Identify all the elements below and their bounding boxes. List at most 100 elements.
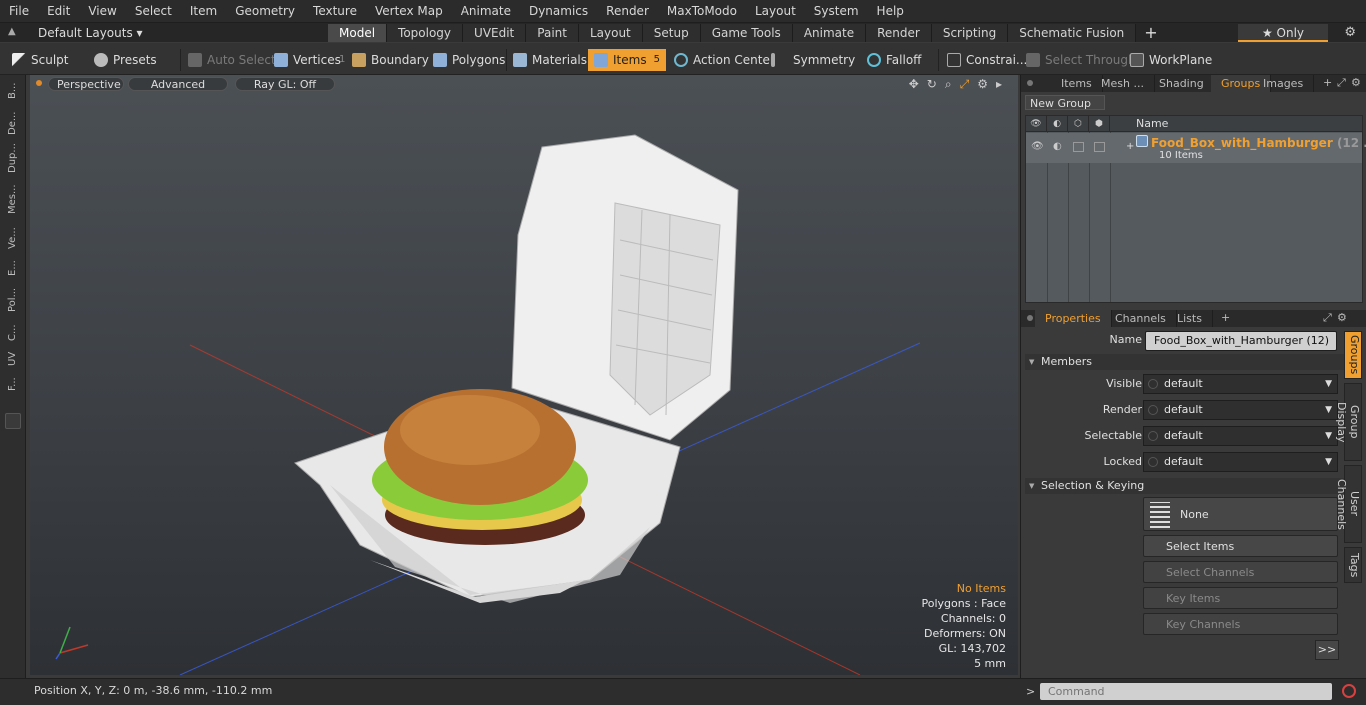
- lock-column-icon[interactable]: ⬢: [1089, 116, 1110, 131]
- properties-tab-properties[interactable]: Properties: [1035, 310, 1112, 327]
- boundary-button[interactable]: Boundary: [352, 49, 429, 71]
- food-box-model[interactable]: [294, 134, 739, 603]
- command-input[interactable]: [1040, 683, 1332, 700]
- select-channels-button[interactable]: Select Channels: [1143, 561, 1338, 583]
- constraints-button[interactable]: Constrai...: [947, 49, 1027, 71]
- polygons-button[interactable]: Polygons: [433, 49, 505, 71]
- zoom-view-icon[interactable]: ⌕: [945, 77, 952, 92]
- symmetry-button[interactable]: Symmetry: [771, 49, 855, 71]
- add-tab-plus-icon[interactable]: +: [1136, 24, 1165, 42]
- side-tab-user-channels[interactable]: User Channels: [1335, 465, 1362, 543]
- right-tab-shading[interactable]: Shading: [1149, 75, 1215, 92]
- action-center-button[interactable]: Action Center: [674, 49, 775, 71]
- tab-animate[interactable]: Animate: [792, 24, 867, 42]
- add-properties-tab-plus-icon[interactable]: +: [1221, 311, 1230, 324]
- record-icon[interactable]: [1342, 684, 1356, 698]
- advanced-dropdown[interactable]: Advanced: [128, 77, 228, 91]
- raygl-toggle[interactable]: Ray GL: Off: [235, 77, 335, 91]
- left-tab-5[interactable]: E...: [3, 257, 23, 279]
- menu-item[interactable]: Item: [181, 0, 226, 22]
- viewport-more-icon[interactable]: ▸: [996, 77, 1002, 92]
- collapse-arrow-icon[interactable]: ▲: [8, 26, 20, 38]
- menu-select[interactable]: Select: [126, 0, 181, 22]
- side-tab-group-display[interactable]: Group Display: [1335, 383, 1362, 461]
- menu-file[interactable]: File: [0, 0, 38, 22]
- menu-system[interactable]: System: [805, 0, 868, 22]
- left-tab-8[interactable]: UV: [3, 349, 23, 369]
- render-column-icon[interactable]: ◐: [1047, 116, 1068, 131]
- expand-plus-icon[interactable]: +: [1126, 141, 1134, 152]
- perspective-dropdown[interactable]: Perspective: [48, 77, 124, 91]
- key-channels-button[interactable]: Key Channels: [1143, 613, 1338, 635]
- group-row[interactable]: 👁 ◐ + Food_Box_with_Hamburger (12 ... 10…: [1026, 133, 1366, 163]
- left-tab-1[interactable]: De...: [3, 109, 23, 137]
- left-tab-6[interactable]: Pol...: [3, 283, 23, 317]
- new-group-button[interactable]: New Group: [1025, 95, 1105, 110]
- right-tab-mesh[interactable]: Mesh ...: [1091, 75, 1155, 92]
- properties-gear-icon[interactable]: ⚙: [1337, 311, 1347, 324]
- row-render-icon[interactable]: ◐: [1053, 141, 1062, 152]
- menu-render[interactable]: Render: [597, 0, 658, 22]
- selectable-dropdown[interactable]: default ▼: [1143, 426, 1338, 446]
- materials-button[interactable]: Materials: [513, 49, 587, 71]
- properties-tab-lists[interactable]: Lists: [1167, 310, 1213, 327]
- viewport-menu-dot[interactable]: [36, 80, 42, 86]
- selection-keying-section[interactable]: Selection & Keying: [1025, 478, 1345, 494]
- maximize-view-icon[interactable]: ⤢: [960, 77, 970, 92]
- select-items-button[interactable]: Select Items: [1143, 535, 1338, 557]
- menu-maxtomodo[interactable]: MaxToModo: [658, 0, 746, 22]
- menu-texture[interactable]: Texture: [304, 0, 366, 22]
- left-tab-2[interactable]: Dup...: [3, 141, 23, 175]
- select-column-icon[interactable]: ⬡: [1068, 116, 1089, 131]
- presets-button[interactable]: Presets: [94, 49, 157, 71]
- 3d-viewport[interactable]: Perspective Advanced Ray GL: Off ✥ ↻ ⌕ ⤢…: [30, 75, 1018, 675]
- viewport-gear-icon[interactable]: ⚙: [977, 77, 988, 92]
- properties-menu-dot[interactable]: [1027, 315, 1033, 321]
- workplane-button[interactable]: WorkPlane: [1130, 49, 1212, 71]
- locked-dropdown[interactable]: default ▼: [1143, 452, 1338, 472]
- side-tab-tags[interactable]: Tags: [1344, 547, 1362, 583]
- none-button[interactable]: None: [1143, 497, 1338, 531]
- add-tab-plus-icon[interactable]: +: [1323, 76, 1332, 89]
- sculpt-button[interactable]: Sculpt: [12, 49, 68, 71]
- tab-model[interactable]: Model: [328, 24, 388, 42]
- more-button[interactable]: >>: [1315, 640, 1339, 660]
- expand-properties-icon[interactable]: ⤢: [1323, 311, 1332, 325]
- menu-help[interactable]: Help: [868, 0, 913, 22]
- tab-topology[interactable]: Topology: [387, 24, 464, 42]
- name-field[interactable]: Food_Box_with_Hamburger (12): [1145, 331, 1337, 351]
- gear-icon[interactable]: ⚙: [1344, 25, 1356, 40]
- menu-edit[interactable]: Edit: [38, 0, 79, 22]
- tab-render[interactable]: Render: [866, 24, 932, 42]
- auto-select-button[interactable]: Auto Select: [188, 49, 276, 71]
- right-tab-images[interactable]: Images: [1253, 75, 1315, 92]
- row-eye-icon[interactable]: 👁: [1031, 141, 1044, 152]
- rotate-view-icon[interactable]: ↻: [927, 77, 937, 92]
- tab-layout[interactable]: Layout: [578, 24, 643, 42]
- visible-column-eye-icon[interactable]: 👁: [1026, 116, 1047, 131]
- render-dropdown[interactable]: default ▼: [1143, 400, 1338, 420]
- row-lock-checkbox[interactable]: [1094, 142, 1105, 152]
- left-tab-9[interactable]: F...: [3, 373, 23, 395]
- panel-gear-icon[interactable]: ⚙: [1351, 76, 1361, 89]
- left-tab-4[interactable]: Ve...: [3, 223, 23, 253]
- left-tab-3[interactable]: Mes...: [3, 179, 23, 219]
- menu-view[interactable]: View: [79, 0, 125, 22]
- tab-setup[interactable]: Setup: [642, 24, 701, 42]
- key-items-button[interactable]: Key Items: [1143, 587, 1338, 609]
- menu-vertex-map[interactable]: Vertex Map: [366, 0, 452, 22]
- falloff-button[interactable]: Falloff: [867, 49, 921, 71]
- row-select-checkbox[interactable]: [1073, 142, 1084, 152]
- left-tab-7[interactable]: C...: [3, 321, 23, 345]
- tab-game-tools[interactable]: Game Tools: [700, 24, 793, 42]
- tab-paint[interactable]: Paint: [526, 24, 579, 42]
- only-toggle[interactable]: ★ Only: [1238, 24, 1328, 42]
- members-section[interactable]: Members: [1025, 354, 1345, 370]
- visible-dropdown[interactable]: default ▼: [1143, 374, 1338, 394]
- items-button[interactable]: Items 5: [588, 49, 666, 71]
- left-panel-toggle[interactable]: [5, 413, 21, 429]
- default-layouts-dropdown[interactable]: Default Layouts ▾: [28, 23, 153, 43]
- tab-schematic-fusion[interactable]: Schematic Fusion: [1008, 24, 1137, 42]
- menu-layout[interactable]: Layout: [746, 0, 805, 22]
- vertices-button[interactable]: Vertices: [274, 49, 341, 71]
